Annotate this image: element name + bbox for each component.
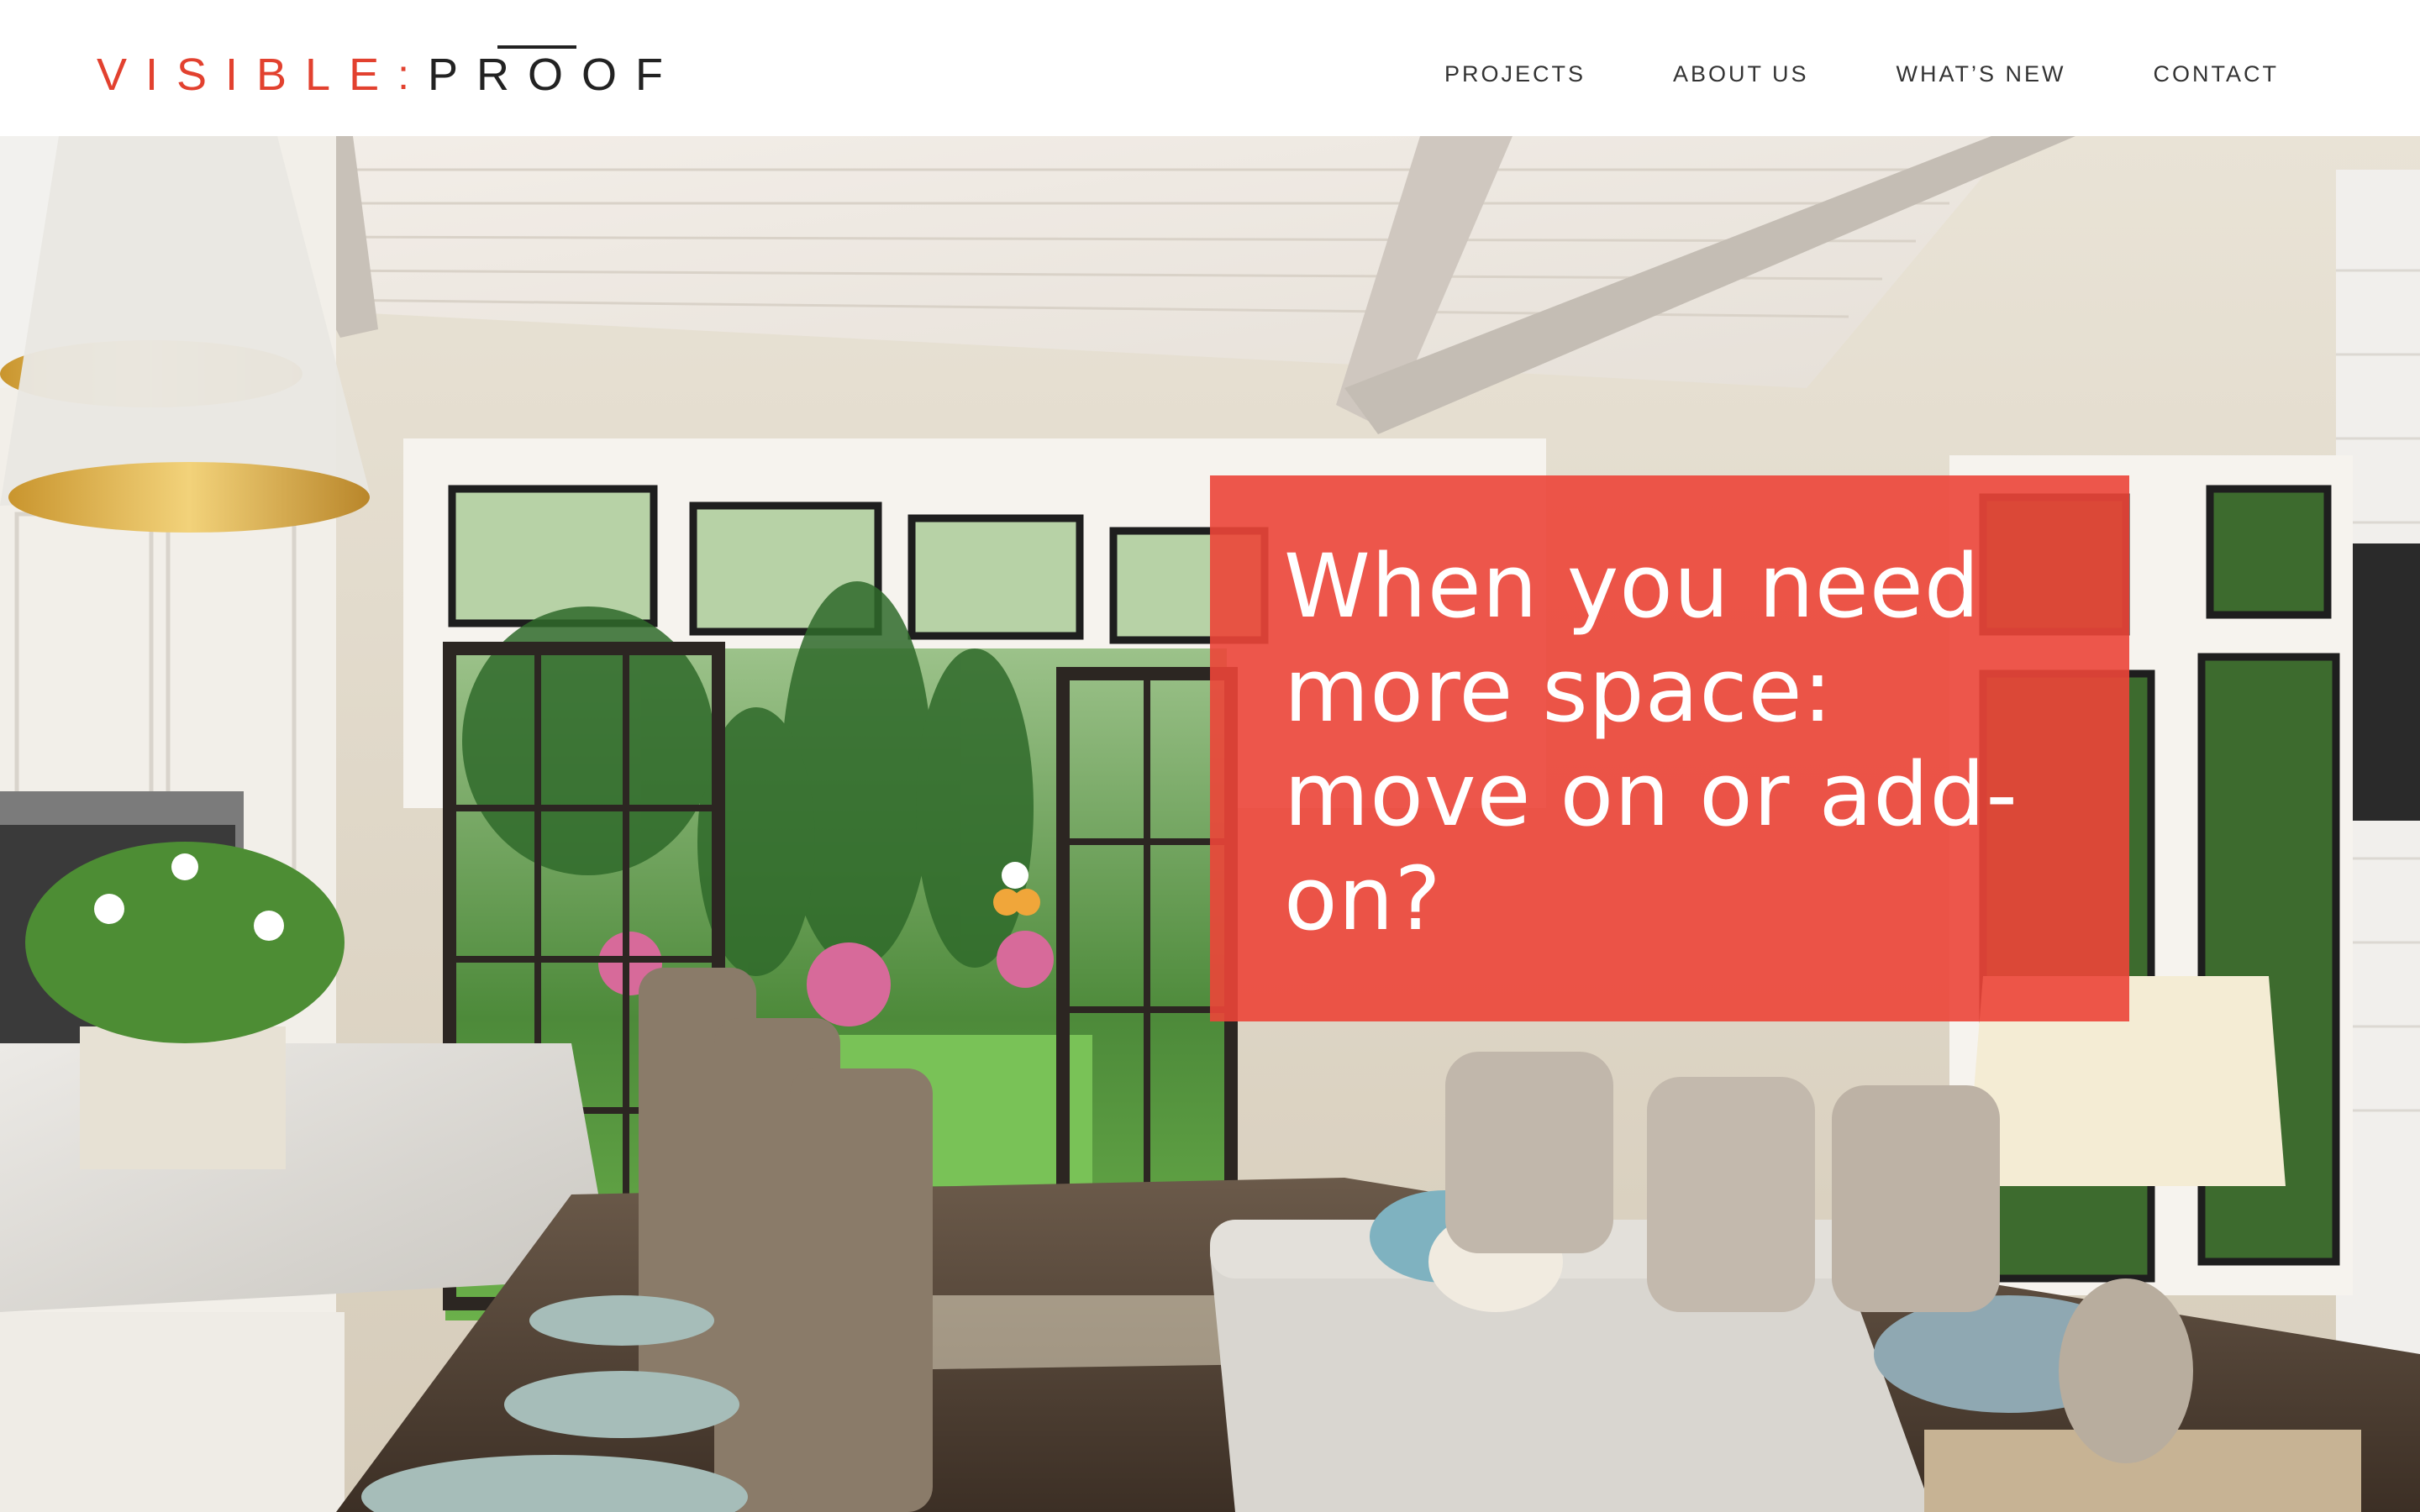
- logo-overbar: [497, 45, 576, 49]
- hero-headline[interactable]: When you need more space: move on or add…: [1284, 534, 2055, 951]
- hero-headline-box: When you need more space: move on or add…: [1210, 475, 2129, 1021]
- nav-contact[interactable]: CONTACT: [2154, 61, 2280, 87]
- logo-text-proof: PROOF: [428, 50, 682, 100]
- hero-section: When you need more space: move on or add…: [0, 136, 2420, 1512]
- logo-text-visible: VISIBLE: [97, 50, 398, 100]
- main-nav: PROJECTS ABOUT US WHAT’S NEW CONTACT: [1444, 61, 2279, 87]
- nav-about-us[interactable]: ABOUT US: [1673, 61, 1809, 87]
- site-header: VISIBLE : PROOF PROJECTS ABOUT US WHAT’S…: [0, 0, 2420, 136]
- site-logo[interactable]: VISIBLE : PROOF: [97, 47, 681, 97]
- nav-whats-new[interactable]: WHAT’S NEW: [1897, 61, 2066, 87]
- logo-separator: :: [397, 51, 410, 98]
- nav-projects[interactable]: PROJECTS: [1444, 61, 1586, 87]
